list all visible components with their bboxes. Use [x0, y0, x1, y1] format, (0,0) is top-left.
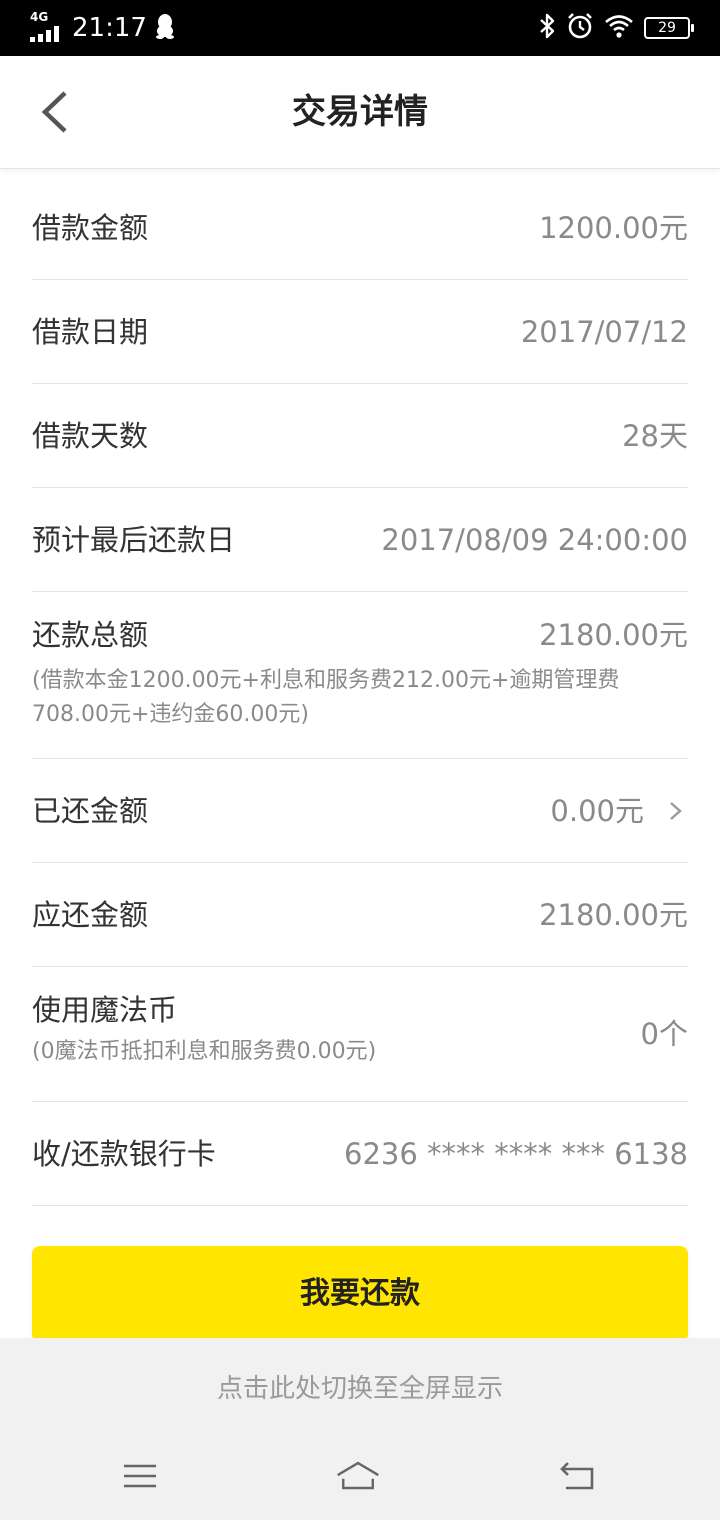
row-bank-card: 收/还款银行卡 6236 **** **** *** 6138: [32, 1102, 688, 1206]
home-button[interactable]: [334, 1456, 382, 1496]
due-date-value: 2017/08/09 24:00:00: [381, 523, 688, 557]
magic-coins-label: 使用魔法币: [32, 993, 178, 1027]
home-icon: [337, 1461, 379, 1490]
wifi-icon: [604, 14, 634, 42]
row-loan-days: 借款天数 28天: [32, 384, 688, 488]
network-type: 4G: [30, 10, 49, 24]
loan-amount-value: 1200.00元: [539, 211, 688, 245]
loan-date-value: 2017/07/12: [520, 315, 688, 349]
magic-coins-value: 0个: [640, 1017, 688, 1051]
loan-date-label: 借款日期: [32, 315, 149, 349]
row-repaid-amount[interactable]: 已还金额 0.00元: [32, 759, 688, 863]
battery-icon: 29: [644, 17, 694, 39]
status-right: 29: [538, 0, 694, 56]
total-repay-label: 还款总额: [32, 618, 149, 652]
loan-amount-label: 借款金额: [32, 211, 149, 245]
status-left: 4G 21:17: [30, 0, 175, 56]
loan-days-value: 28天: [622, 419, 688, 453]
status-bar: 4G 21:17 29: [0, 0, 720, 56]
due-amount-label: 应还金额: [32, 898, 149, 932]
back-nav-button[interactable]: [554, 1456, 602, 1496]
menu-button[interactable]: [116, 1456, 164, 1496]
total-repay-breakdown: (借款本金1200.00元+利息和服务费212.00元+逾期管理费708.00元…: [32, 668, 620, 727]
bank-card-label: 收/还款银行卡: [32, 1137, 216, 1171]
row-loan-date: 借款日期 2017/07/12: [32, 280, 688, 384]
repaid-label: 已还金额: [32, 794, 149, 828]
row-due-amount: 应还金额 2180.00元: [32, 863, 688, 967]
page-title: 交易详情: [292, 92, 428, 132]
bank-card-value: 6236 **** **** *** 6138: [344, 1137, 688, 1171]
alarm-icon: [566, 12, 594, 44]
magic-coins-note: (0魔法币抵扣利息和服务费0.00元): [32, 1039, 377, 1064]
due-date-label: 预计最后还款日: [32, 523, 236, 557]
battery-level: 29: [658, 20, 676, 36]
row-total-repay: 还款总额 2180.00元 (借款本金1200.00元+利息和服务费212.00…: [32, 592, 688, 759]
row-magic-coins: 使用魔法币 0个 (0魔法币抵扣利息和服务费0.00元): [32, 967, 688, 1102]
qq-icon: [155, 13, 175, 43]
clock: 21:17: [72, 13, 147, 43]
repay-button[interactable]: 我要还款: [32, 1246, 688, 1342]
header: 交易详情: [0, 56, 720, 169]
due-amount-value: 2180.00元: [539, 898, 688, 932]
system-nav-bar: [0, 1440, 720, 1520]
row-loan-amount: 借款金额 1200.00元: [32, 176, 688, 280]
fullscreen-toggle-tip[interactable]: 点击此处切换至全屏显示: [0, 1338, 720, 1440]
loan-days-label: 借款天数: [32, 419, 149, 453]
return-icon: [560, 1462, 594, 1490]
menu-icon: [124, 1464, 156, 1488]
repaid-value: 0.00元: [550, 794, 644, 828]
chevron-right-icon: [670, 802, 682, 820]
detail-list: 借款金额 1200.00元 借款日期 2017/07/12 借款天数 28天 预…: [32, 176, 688, 1206]
total-repay-value: 2180.00元: [539, 618, 688, 652]
bluetooth-icon: [538, 12, 556, 44]
signal-icon: 4G: [30, 10, 62, 44]
row-due-date: 预计最后还款日 2017/08/09 24:00:00: [32, 488, 688, 592]
